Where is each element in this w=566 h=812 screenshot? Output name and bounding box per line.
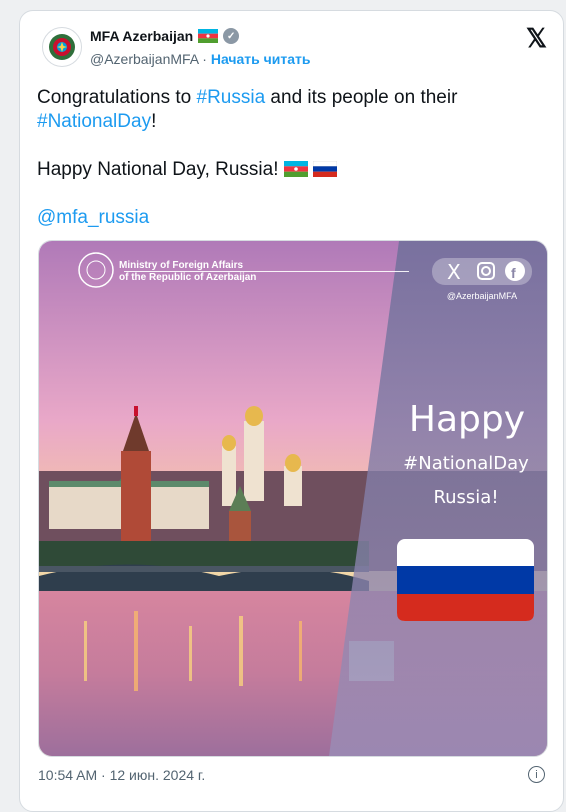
russia-flag-icon [312,160,338,177]
handle-row: @AzerbaijanMFA · Начать читать [90,51,311,67]
x-logo-icon[interactable]: 𝕏 [526,23,547,54]
author-name[interactable]: MFA Azerbaijan [90,28,193,44]
hashtag-russia[interactable]: #Russia [197,87,266,108]
tweet-image[interactable]: Ministry of Foreign Affairs of the Repub… [38,240,548,757]
timestamp[interactable]: 10:54 AM · 12 июн. 2024 г. [38,767,205,783]
ministry-line-2: of the Republic of Azerbaijan [119,272,256,283]
x-social-icon: X [447,260,461,284]
russia-text: Russia! [433,487,498,508]
ministry-line-1: Ministry of Foreign Affairs [119,260,244,271]
emblem-icon [49,34,75,60]
follow-button[interactable]: Начать читать [211,51,311,67]
author-name-row[interactable]: MFA Azerbaijan ✓ [90,28,240,44]
moscow-kremlin-image: Ministry of Foreign Affairs of the Repub… [39,241,547,756]
avatar[interactable] [42,27,82,67]
tweet-text: Congratulations to #Russia and its peopl… [37,86,537,230]
author-handle[interactable]: @AzerbaijanMFA [90,51,198,67]
hashtag-nationalday[interactable]: #NationalDay [37,111,151,132]
verified-badge-icon: ✓ [223,28,240,44]
tweet-text-part: and its people on their [265,87,458,108]
nationalday-text: #NationalDay [403,453,529,474]
tweet-card: MFA Azerbaijan ✓ @AzerbaijanMFA · Начать… [19,10,564,812]
mention-mfa-russia[interactable]: @mfa_russia [37,207,149,228]
azerbaijan-flag-icon [198,29,219,43]
happy-text: Happy [409,399,525,440]
russia-flag-graphic [397,539,534,621]
tweet-text-part: Happy National Day, Russia! [37,159,279,180]
info-icon[interactable]: i [528,766,545,783]
tweet-text-part: Congratulations to [37,87,197,108]
social-handle: @AzerbaijanMFA [447,291,517,301]
azerbaijan-flag-icon [283,161,308,177]
svg-text:f: f [511,265,516,281]
tweet-text-part: ! [151,111,157,132]
